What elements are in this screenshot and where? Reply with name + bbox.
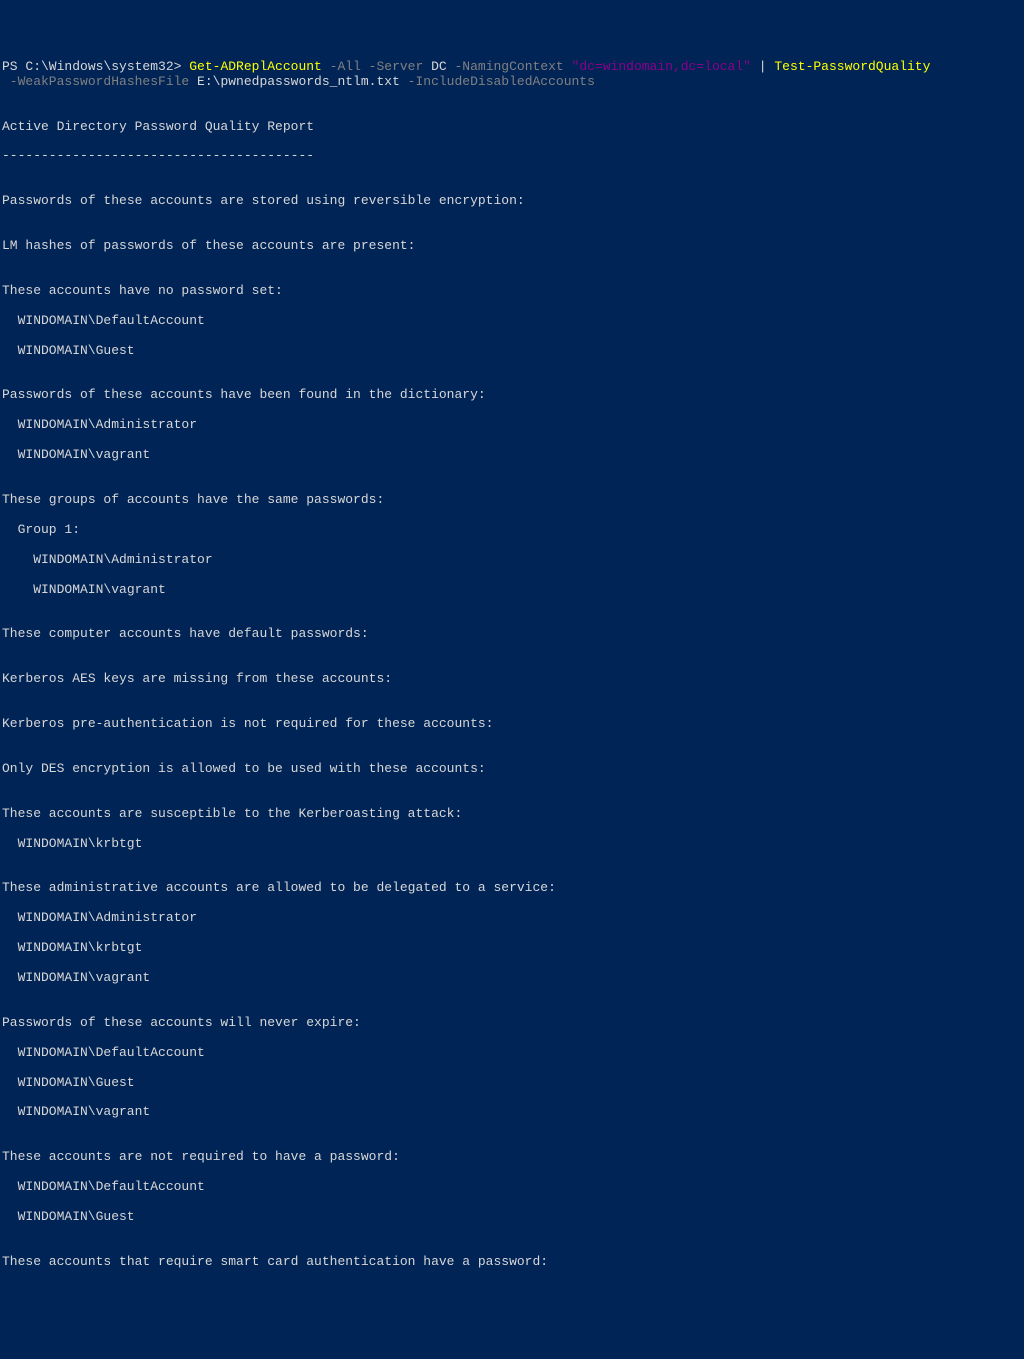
command-line: PS C:\Windows\system32> Get-ADReplAccoun… xyxy=(2,60,1022,90)
list-item: WINDOMAIN\krbtgt xyxy=(2,941,1022,956)
cmdlet-get-adreplaccount: Get-ADReplAccount xyxy=(189,59,322,74)
output: Active Directory Password Quality Report… xyxy=(2,105,1022,1285)
section-nopassword-header: These accounts have no password set: xyxy=(2,284,1022,299)
list-item: WINDOMAIN\Administrator xyxy=(2,553,1022,568)
list-item: WINDOMAIN\DefaultAccount xyxy=(2,1180,1022,1195)
section-compdefault-header: These computer accounts have default pas… xyxy=(2,627,1022,642)
arg-namingcontext: "dc=windomain,dc=local" xyxy=(564,59,751,74)
arg-server: DC xyxy=(423,59,446,74)
arg-weakpasswordhashesfile: E:\pwnedpasswords_ntlm.txt xyxy=(189,74,400,89)
terminal[interactable]: PS C:\Windows\system32> Get-ADReplAccoun… xyxy=(2,60,1022,1285)
section-smartcard-header: These accounts that require smart card a… xyxy=(2,1255,1022,1270)
switch-all: -All xyxy=(322,59,361,74)
section-neverexpire-header: Passwords of these accounts will never e… xyxy=(2,1016,1022,1031)
section-desonly-header: Only DES encryption is allowed to be use… xyxy=(2,762,1022,777)
list-item: WINDOMAIN\DefaultAccount xyxy=(2,1046,1022,1061)
section-delegated-header: These administrative accounts are allowe… xyxy=(2,881,1022,896)
section-kerbmissing-header: Kerberos AES keys are missing from these… xyxy=(2,672,1022,687)
list-item: WINDOMAIN\vagrant xyxy=(2,1105,1022,1120)
switch-includedisabledaccounts: -IncludeDisabledAccounts xyxy=(400,74,595,89)
switch-namingcontext: -NamingContext xyxy=(447,59,564,74)
section-kerberoasting-header: These accounts are susceptible to the Ke… xyxy=(2,807,1022,822)
section-dictionary-header: Passwords of these accounts have been fo… xyxy=(2,388,1022,403)
switch-weakpasswordhashesfile: -WeakPasswordHashesFile xyxy=(2,74,189,89)
group-label: Group 1: xyxy=(2,523,1022,538)
list-item: WINDOMAIN\Administrator xyxy=(2,418,1022,433)
section-preauth-header: Kerberos pre-authentication is not requi… xyxy=(2,717,1022,732)
list-item: WINDOMAIN\krbtgt xyxy=(2,837,1022,852)
list-item: WINDOMAIN\vagrant xyxy=(2,583,1022,598)
section-reversible-header: Passwords of these accounts are stored u… xyxy=(2,194,1022,209)
switch-server: -Server xyxy=(361,59,423,74)
section-samepass-header: These groups of accounts have the same p… xyxy=(2,493,1022,508)
list-item: WINDOMAIN\vagrant xyxy=(2,971,1022,986)
prompt-prefix: PS C:\Windows\system32> xyxy=(2,59,189,74)
section-notrequired-header: These accounts are not required to have … xyxy=(2,1150,1022,1165)
list-item: WINDOMAIN\Guest xyxy=(2,344,1022,359)
list-item: WINDOMAIN\vagrant xyxy=(2,448,1022,463)
section-lmhash-header: LM hashes of passwords of these accounts… xyxy=(2,239,1022,254)
list-item: WINDOMAIN\DefaultAccount xyxy=(2,314,1022,329)
cmdlet-test-passwordquality: Test-PasswordQuality xyxy=(774,59,930,74)
list-item: WINDOMAIN\Guest xyxy=(2,1210,1022,1225)
list-item: WINDOMAIN\Guest xyxy=(2,1076,1022,1091)
list-item: WINDOMAIN\Administrator xyxy=(2,911,1022,926)
report-underline: ---------------------------------------- xyxy=(2,149,1022,164)
report-title: Active Directory Password Quality Report xyxy=(2,120,1022,135)
pipe-operator: | xyxy=(751,59,774,74)
